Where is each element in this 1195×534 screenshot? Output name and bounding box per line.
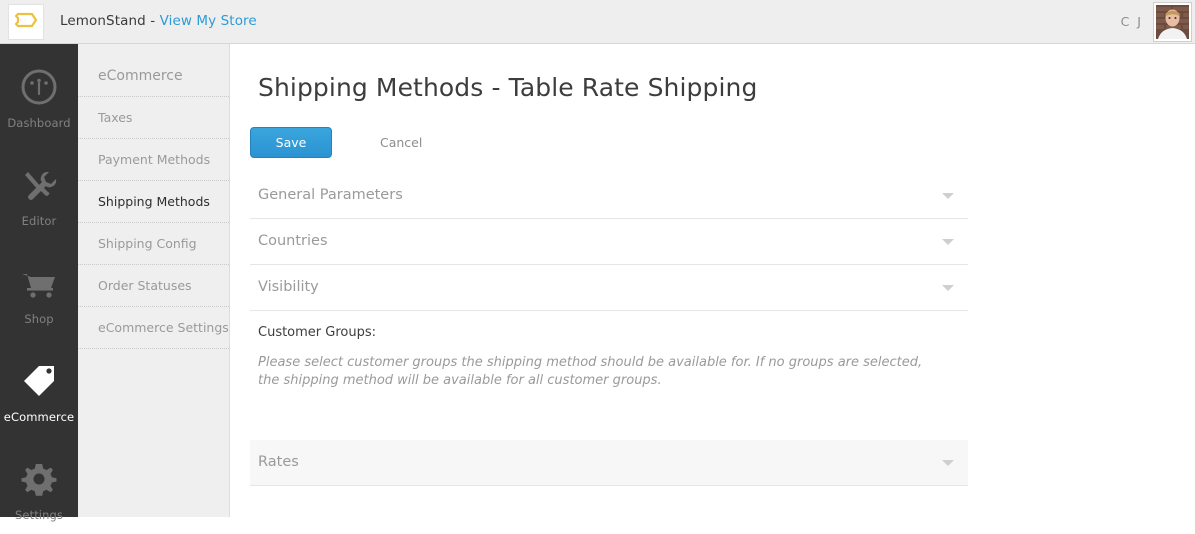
shopping-cart-icon <box>0 262 78 308</box>
primary-navigation: Dashboard Editor Shop eCommerce Settings <box>0 44 78 522</box>
nav-item-editor[interactable]: Editor <box>0 142 78 240</box>
section-label-rates: Rates <box>258 454 299 470</box>
section-rates[interactable]: Rates <box>250 440 968 486</box>
save-button[interactable]: Save <box>250 127 332 158</box>
sidebar-item-ecommerce-settings[interactable]: eCommerce Settings <box>78 307 229 349</box>
nav-item-ecommerce[interactable]: eCommerce <box>0 338 78 436</box>
section-label-countries: Countries <box>258 233 328 249</box>
avatar[interactable] <box>1154 3 1191 41</box>
form-actions: Save Cancel <box>250 127 422 158</box>
nav-item-settings[interactable]: Settings <box>0 436 78 534</box>
sidebar-item-shipping-methods[interactable]: Shipping Methods <box>78 181 229 223</box>
nav-label-shop: Shop <box>24 312 54 326</box>
brand-title: LemonStand - View My Store <box>60 13 257 29</box>
user-initials: C J <box>1120 14 1143 29</box>
section-general-parameters[interactable]: General Parameters <box>250 173 968 219</box>
wrench-pencil-icon <box>0 164 78 210</box>
collapsible-sections: General Parameters Countries Visibility <box>250 173 968 311</box>
nav-label-settings: Settings <box>15 508 63 522</box>
section-label-general-parameters: General Parameters <box>258 187 403 203</box>
view-my-store-link[interactable]: View My Store <box>160 13 257 29</box>
user-avatar-photo <box>1156 5 1189 39</box>
section-visibility[interactable]: Visibility <box>250 265 968 311</box>
cancel-button[interactable]: Cancel <box>380 135 422 150</box>
customer-groups-field: Customer Groups: Please select customer … <box>250 325 968 391</box>
price-tag-icon <box>0 360 78 406</box>
section-label-visibility: Visibility <box>258 279 319 295</box>
sidebar-item-taxes[interactable]: Taxes <box>78 97 229 139</box>
main-content: Shipping Methods - Table Rate Shipping S… <box>231 44 1195 517</box>
gauge-icon <box>0 66 78 112</box>
sidebar-item-order-statuses[interactable]: Order Statuses <box>78 265 229 307</box>
top-bar: LemonStand - View My Store C J <box>0 0 1195 44</box>
gear-icon <box>0 458 78 504</box>
sidebar-item-payment-methods[interactable]: Payment Methods <box>78 139 229 181</box>
customer-groups-help-text: Please select customer groups the shippi… <box>258 355 923 389</box>
nav-item-shop[interactable]: Shop <box>0 240 78 338</box>
chevron-down-icon[interactable] <box>942 239 954 245</box>
chevron-down-icon[interactable] <box>942 285 954 291</box>
brand-name: LemonStand - <box>60 13 160 29</box>
secondary-nav-header: eCommerce <box>78 44 229 97</box>
section-countries[interactable]: Countries <box>250 219 968 265</box>
chevron-down-icon[interactable] <box>942 193 954 199</box>
nav-item-dashboard[interactable]: Dashboard <box>0 44 78 142</box>
secondary-navigation: eCommerce Taxes Payment Methods Shipping… <box>78 44 230 517</box>
app-logo[interactable] <box>8 4 44 40</box>
sidebar-item-shipping-config[interactable]: Shipping Config <box>78 223 229 265</box>
nav-label-ecommerce: eCommerce <box>3 410 75 424</box>
lemonstand-tag-logo-icon <box>14 10 38 34</box>
nav-label-dashboard: Dashboard <box>7 116 71 130</box>
customer-groups-label: Customer Groups: <box>258 325 377 340</box>
chevron-down-icon[interactable] <box>942 460 954 466</box>
nav-label-editor: Editor <box>21 214 57 228</box>
page-title: Shipping Methods - Table Rate Shipping <box>258 73 758 102</box>
